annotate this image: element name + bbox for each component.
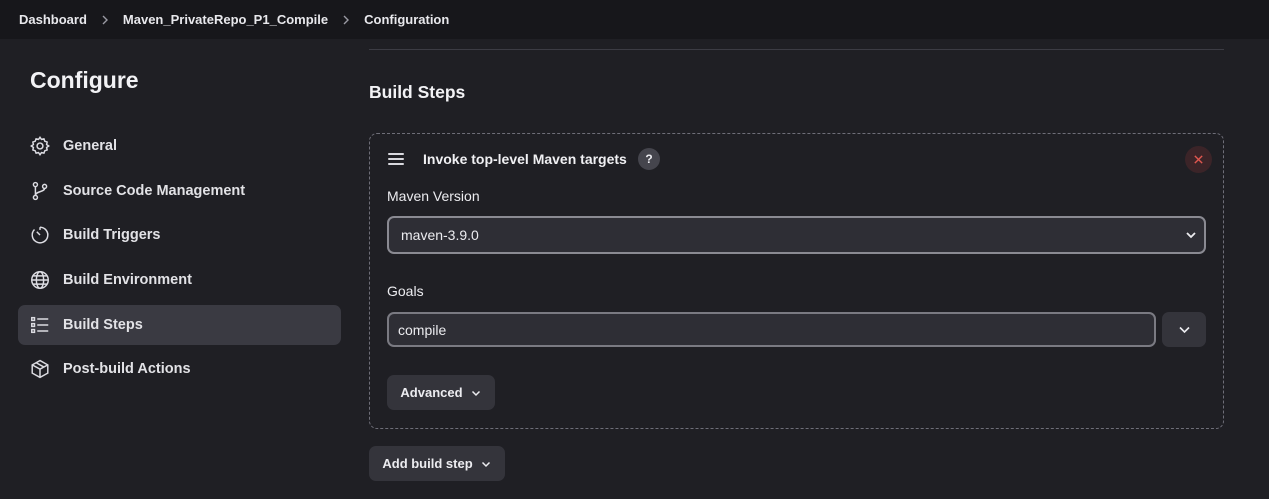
chevron-right-icon bbox=[340, 14, 352, 26]
goals-label: Goals bbox=[387, 283, 424, 299]
list-icon bbox=[29, 314, 51, 336]
breadcrumb: Dashboard Maven_PrivateRepo_P1_Compile C… bbox=[0, 0, 1269, 39]
sidebar-item-label: Build Triggers bbox=[63, 227, 161, 244]
build-step-title: Invoke top-level Maven targets bbox=[423, 151, 627, 167]
sidebar-item-general[interactable]: General bbox=[18, 126, 341, 166]
breadcrumb-job[interactable]: Maven_PrivateRepo_P1_Compile bbox=[123, 12, 328, 27]
package-icon bbox=[29, 358, 51, 380]
chevron-down-icon bbox=[471, 390, 480, 396]
build-step-card: Invoke top-level Maven targets ? Maven V… bbox=[369, 133, 1224, 429]
git-branch-icon bbox=[29, 180, 51, 202]
chevron-down-icon bbox=[1186, 232, 1196, 239]
sidebar-item-label: Build Steps bbox=[63, 316, 143, 333]
sidebar-item-label: General bbox=[63, 138, 117, 154]
chevron-down-icon bbox=[1178, 326, 1190, 334]
goals-input[interactable]: compile bbox=[387, 312, 1156, 347]
sidebar-item-build-steps[interactable]: Build Steps bbox=[18, 304, 341, 345]
maven-version-label: Maven Version bbox=[387, 188, 480, 204]
maven-version-select[interactable]: maven-3.9.0 bbox=[387, 216, 1206, 254]
delete-step-button[interactable] bbox=[1185, 146, 1212, 173]
goals-value: compile bbox=[398, 321, 447, 338]
sidebar-item-label: Source Code Management bbox=[63, 182, 246, 199]
maven-version-value: maven-3.9.0 bbox=[401, 227, 479, 243]
help-icon[interactable]: ? bbox=[638, 148, 660, 170]
add-build-step-label: Add build step bbox=[382, 456, 473, 471]
page-title: Configure bbox=[30, 67, 139, 93]
advanced-button[interactable]: Advanced bbox=[387, 375, 495, 410]
sidebar-item-build-environment[interactable]: Build Environment bbox=[18, 260, 341, 300]
sidebar-nav: General Source Code Management Build Tri… bbox=[18, 126, 341, 394]
section-title: Build Steps bbox=[369, 82, 466, 102]
add-build-step-button[interactable]: Add build step bbox=[369, 446, 505, 481]
close-icon bbox=[1194, 155, 1203, 164]
expand-goals-button[interactable] bbox=[1162, 312, 1206, 347]
breadcrumb-dashboard[interactable]: Dashboard bbox=[19, 12, 87, 27]
chevron-down-icon bbox=[481, 461, 490, 467]
advanced-label: Advanced bbox=[400, 385, 463, 400]
sidebar-item-source-code-management[interactable]: Source Code Management bbox=[18, 171, 341, 211]
timer-icon bbox=[29, 224, 51, 246]
globe-icon bbox=[29, 269, 51, 291]
sidebar-item-build-triggers[interactable]: Build Triggers bbox=[18, 215, 341, 255]
section-divider bbox=[369, 49, 1224, 50]
breadcrumb-configuration[interactable]: Configuration bbox=[364, 12, 449, 27]
chevron-right-icon bbox=[99, 14, 111, 26]
gear-icon bbox=[29, 135, 51, 157]
drag-handle-icon[interactable] bbox=[388, 153, 404, 167]
sidebar-item-post-build-actions[interactable]: Post-build Actions bbox=[18, 349, 341, 389]
sidebar: Configure General Source Code Management… bbox=[0, 39, 360, 499]
sidebar-item-label: Build Environment bbox=[63, 272, 192, 289]
sidebar-item-label: Post-build Actions bbox=[63, 361, 191, 378]
main-content: Build Steps Invoke top-level Maven targe… bbox=[369, 39, 1224, 499]
